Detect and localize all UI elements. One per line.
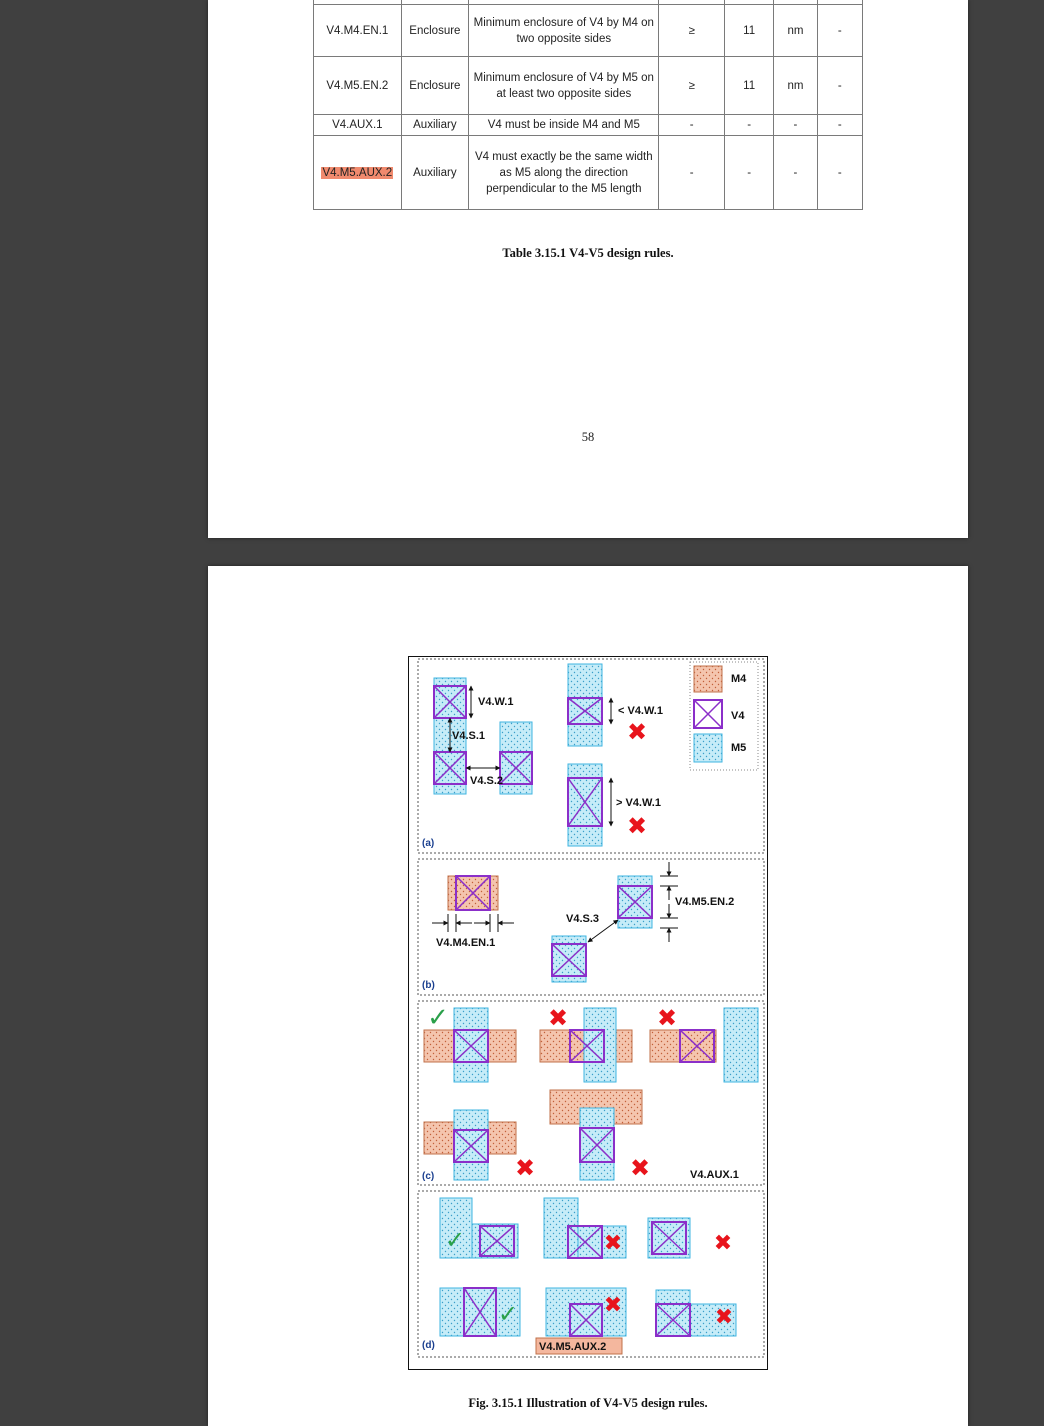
- panel-c-label: (c): [422, 1171, 434, 1182]
- rule-type: Enclosure: [400, 4, 470, 57]
- rule-operator: -: [658, 135, 725, 210]
- label-gt-v4-w1: > V4.W.1: [616, 797, 661, 809]
- rule-unit: nm: [773, 4, 818, 57]
- label-lt-v4-w1: < V4.W.1: [618, 705, 663, 717]
- table-row: V4.M5.AUX.2 Auxiliary V4 must exactly be…: [313, 135, 864, 210]
- page-58: instances V4.M4.EN.1 Enclosure Minimum e…: [208, 0, 968, 538]
- table-row: V4.M4.EN.1 Enclosure Minimum enclosure o…: [313, 4, 864, 57]
- design-rules-figure: V4.W.1 V4.S.1 V4.S.2 < V4.W.1 > V4.W.1 ✖…: [408, 656, 768, 1370]
- check-icon: ✓: [427, 1003, 449, 1033]
- rule-unit: -: [773, 135, 818, 210]
- figure-caption: Fig. 3.15.1 Illustration of V4-V5 design…: [468, 1396, 708, 1410]
- rule-operator: ≥: [658, 56, 725, 115]
- legend-m5-label: M5: [731, 742, 746, 754]
- cross-icon: ✖: [630, 1154, 650, 1182]
- label-v4-s1: V4.S.1: [452, 730, 485, 742]
- rule-operator: ≥: [658, 4, 725, 57]
- cross-icon: ✖: [627, 718, 647, 746]
- label-v4-s3: V4.S.3: [566, 913, 599, 925]
- rule-id: V4.M4.EN.1: [313, 4, 402, 57]
- rule-type: Auxiliary: [400, 114, 470, 136]
- cross-icon: ✖: [657, 1004, 677, 1032]
- rule-description: V4 must exactly be the same width as M5 …: [468, 135, 660, 210]
- panel-a-label: (a): [422, 838, 434, 849]
- rule-note: -: [816, 114, 864, 136]
- legend-v4-label: V4: [731, 710, 745, 722]
- legend-m4-swatch: [693, 665, 723, 693]
- page-number: 58: [581, 430, 595, 444]
- cross-icon: ✖: [515, 1154, 535, 1182]
- cross-icon: ✖: [714, 1231, 732, 1256]
- highlighted-rule-id: V4.M5.AUX.2: [321, 166, 394, 179]
- cross-icon: ✖: [604, 1231, 622, 1256]
- panel-b-label: (b): [422, 980, 435, 991]
- rule-value: 11: [723, 56, 775, 115]
- cross-icon: ✖: [627, 812, 647, 840]
- label-v4-aux1: V4.AUX.1: [690, 1169, 739, 1181]
- rule-unit: nm: [773, 56, 818, 115]
- legend: [689, 661, 759, 771]
- rule-note: -: [816, 135, 864, 210]
- label-v4-w1: V4.W.1: [478, 696, 513, 708]
- rule-description: Minimum enclosure of V4 by M5 on at leas…: [468, 56, 660, 115]
- label-v4-m5-en2: V4.M5.EN.2: [675, 896, 734, 908]
- legend-m5-swatch: [693, 733, 723, 763]
- label-v4-s2: V4.S.2: [470, 775, 503, 787]
- rule-description: V4 must be inside M4 and M5: [468, 114, 660, 136]
- rule-value: -: [723, 135, 775, 210]
- rule-operator: -: [658, 114, 725, 136]
- label-v4-m5-aux2: V4.M5.AUX.2: [539, 1341, 606, 1353]
- check-icon: ✓: [445, 1226, 465, 1254]
- label-v4-m4-en1: V4.M4.EN.1: [436, 937, 495, 949]
- rule-id: V4.M5.EN.2: [313, 56, 402, 115]
- table-row: V4.M5.EN.2 Enclosure Minimum enclosure o…: [313, 56, 864, 115]
- rule-value: 11: [723, 4, 775, 57]
- design-rules-table: instances V4.M4.EN.1 Enclosure Minimum e…: [313, 0, 864, 210]
- table-row: V4.AUX.1 Auxiliary V4 must be inside M4 …: [313, 114, 864, 136]
- rule-value: -: [723, 114, 775, 136]
- rule-unit: -: [773, 114, 818, 136]
- cross-icon: ✖: [548, 1004, 568, 1032]
- page-59: V4.W.1 V4.S.1 V4.S.2 < V4.W.1 > V4.W.1 ✖…: [208, 566, 968, 1426]
- rule-note: -: [816, 56, 864, 115]
- table-caption: Table 3.15.1 V4-V5 design rules.: [502, 246, 674, 260]
- rule-type: Enclosure: [400, 56, 470, 115]
- rule-note: -: [816, 4, 864, 57]
- legend-m4-label: M4: [731, 673, 747, 685]
- rule-type: Auxiliary: [400, 135, 470, 210]
- cross-icon: ✖: [604, 1293, 622, 1318]
- panel-d-label: (d): [422, 1340, 435, 1351]
- cross-icon: ✖: [715, 1305, 733, 1330]
- rule-description: Minimum enclosure of V4 by M4 on two opp…: [468, 4, 660, 57]
- check-icon: ✓: [498, 1300, 518, 1328]
- rule-id: V4.AUX.1: [313, 114, 402, 136]
